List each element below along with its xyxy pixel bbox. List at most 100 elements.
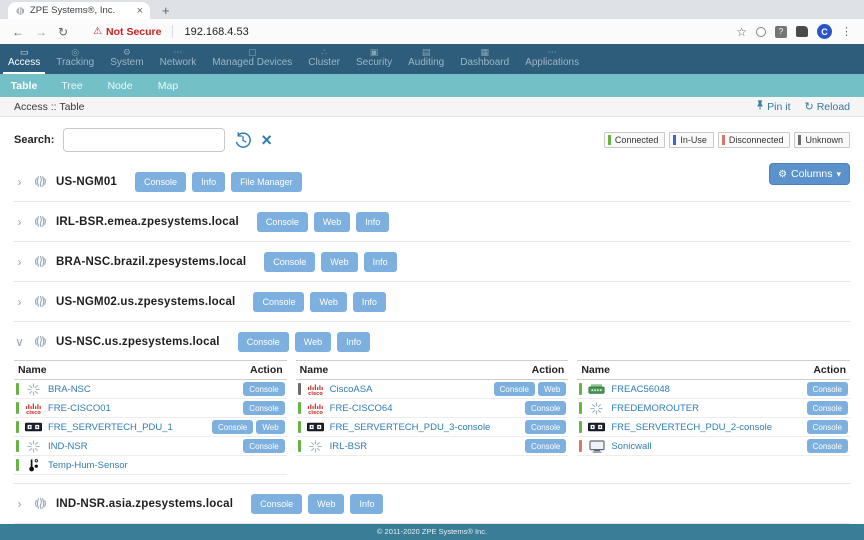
- bookmark-star-icon[interactable]: ☆: [736, 25, 747, 39]
- console-button[interactable]: Console: [243, 382, 284, 396]
- web-button[interactable]: Web: [308, 494, 344, 514]
- nav-item-dashboard[interactable]: ▦Dashboard: [452, 49, 517, 74]
- chevron-right-icon[interactable]: ›: [14, 256, 25, 268]
- console-button[interactable]: Console: [253, 292, 304, 312]
- subnav-item-node[interactable]: Node: [96, 80, 144, 92]
- svg-text:cisco: cisco: [308, 391, 323, 396]
- subnav-item-map[interactable]: Map: [144, 80, 192, 92]
- extension-puzzle-icon[interactable]: [796, 26, 808, 37]
- browser-menu-icon[interactable]: ⋮: [841, 25, 852, 38]
- search-input[interactable]: [63, 128, 225, 152]
- screen: ZPE Systems®, Inc. × + ← → ↻ ⚠ Not Secur…: [0, 0, 864, 540]
- web-button[interactable]: Web: [256, 420, 284, 434]
- chevron-right-icon[interactable]: ›: [14, 296, 25, 308]
- device-link[interactable]: IND-NSR: [48, 441, 235, 452]
- nav-item-access[interactable]: ▭Access: [0, 49, 48, 74]
- device-link[interactable]: FREAC56048: [611, 384, 798, 395]
- console-button[interactable]: Console: [807, 382, 848, 396]
- security-warning[interactable]: ⚠ Not Secure: [93, 26, 161, 38]
- search-history-icon[interactable]: [234, 131, 252, 149]
- console-button[interactable]: Console: [238, 332, 289, 352]
- clear-search-icon[interactable]: ×: [261, 132, 272, 148]
- console-button[interactable]: Console: [807, 401, 848, 415]
- info-button[interactable]: Info: [350, 494, 383, 514]
- device-link[interactable]: FRE_SERVERTECH_PDU_3-console: [330, 422, 517, 433]
- device-group: ›US-NGM02.us.zpesystems.localConsoleWebI…: [14, 282, 850, 322]
- web-button[interactable]: Web: [314, 212, 350, 232]
- chevron-right-icon[interactable]: ›: [14, 176, 25, 188]
- console-button[interactable]: Console: [135, 172, 186, 192]
- group-row: ›BRA-NSC.brazil.zpesystems.localConsoleW…: [14, 250, 850, 273]
- console-button[interactable]: Console: [807, 439, 848, 453]
- forward-icon[interactable]: →: [35, 25, 47, 39]
- console-button[interactable]: Console: [525, 420, 566, 434]
- device-link[interactable]: FRE_SERVERTECH_PDU_2-console: [611, 422, 798, 433]
- caret-down-icon: ▾: [836, 169, 841, 180]
- extension-circle-icon[interactable]: [756, 27, 766, 37]
- browser-reload-icon[interactable]: ↻: [58, 25, 68, 39]
- console-button[interactable]: Console: [251, 494, 302, 514]
- device-link[interactable]: FRE-CISCO64: [330, 403, 517, 414]
- console-button[interactable]: Console: [257, 212, 308, 232]
- device-group: ›IND-NSR.asia.zpesystems.localConsoleWeb…: [14, 484, 850, 524]
- nav-item-system[interactable]: ⚙System: [102, 49, 151, 74]
- chevron-right-icon[interactable]: ›: [14, 216, 25, 228]
- browser-tab[interactable]: ZPE Systems®, Inc. ×: [8, 2, 150, 19]
- device-row: FRE_SERVERTECH_PDU_1 ConsoleWeb: [14, 418, 287, 437]
- extension-help-icon[interactable]: ?: [775, 26, 787, 38]
- back-icon[interactable]: ←: [12, 25, 24, 39]
- nav-item-applications[interactable]: ⋯Applications: [517, 49, 587, 74]
- nav-item-security[interactable]: ▣Security: [348, 49, 400, 74]
- device-table-header: NameAction: [296, 360, 569, 380]
- device-link[interactable]: Sonicwall: [611, 441, 798, 452]
- info-button[interactable]: Info: [337, 332, 370, 352]
- device-link[interactable]: IRL-BSR: [330, 441, 517, 452]
- device-link[interactable]: Temp-Hum-Sensor: [48, 460, 280, 471]
- console-button[interactable]: Console: [525, 439, 566, 453]
- reload-button[interactable]: ↻ Reload: [805, 100, 851, 113]
- console-button[interactable]: Console: [264, 252, 315, 272]
- info-button[interactable]: Info: [353, 292, 386, 312]
- info-button[interactable]: Info: [192, 172, 225, 192]
- device-link[interactable]: FRE-CISCO01: [48, 403, 235, 414]
- info-button[interactable]: Info: [364, 252, 397, 272]
- monitor-icon: ▭: [20, 49, 29, 56]
- columns-button[interactable]: ⚙ Columns ▾: [769, 163, 850, 185]
- tab-close-icon[interactable]: ×: [137, 5, 143, 17]
- group-name: IRL-BSR.emea.zpesystems.local: [56, 216, 239, 228]
- nav-item-cluster[interactable]: ∴Cluster: [300, 49, 348, 74]
- nav-item-managed-devices[interactable]: ▢Managed Devices: [204, 49, 300, 74]
- web-button[interactable]: Web: [321, 252, 357, 272]
- tab-title: ZPE Systems®, Inc.: [30, 5, 132, 16]
- nav-item-network[interactable]: ⋯Network: [152, 49, 205, 74]
- device-actions: ConsoleWeb: [491, 382, 567, 396]
- device-link[interactable]: FREDEMOROUTER: [611, 403, 798, 414]
- console-button[interactable]: Console: [807, 420, 848, 434]
- console-button[interactable]: Console: [243, 439, 284, 453]
- web-button[interactable]: Web: [538, 382, 566, 396]
- console-button[interactable]: Console: [525, 401, 566, 415]
- action-column-header: Action: [250, 364, 283, 376]
- console-button[interactable]: Console: [494, 382, 535, 396]
- device-link[interactable]: FRE_SERVERTECH_PDU_1: [48, 422, 204, 433]
- web-button[interactable]: Web: [295, 332, 331, 352]
- nav-item-auditing[interactable]: ▤Auditing: [400, 49, 452, 74]
- address-bar-url[interactable]: 192.168.4.53: [184, 26, 248, 38]
- device-actions: Console: [804, 401, 848, 415]
- subnav-item-table[interactable]: Table: [0, 80, 48, 92]
- file-manager-button[interactable]: File Manager: [231, 172, 302, 192]
- group-row: › IRL-BSR.emea.zpesystems.local Console Web…: [14, 210, 850, 233]
- info-button[interactable]: Info: [356, 212, 389, 232]
- pin-it-button[interactable]: Pin it: [756, 100, 790, 113]
- new-tab-button[interactable]: +: [162, 6, 170, 16]
- chevron-right-icon[interactable]: ›: [14, 498, 25, 510]
- chevron-down-icon[interactable]: ∨: [14, 336, 25, 348]
- web-button[interactable]: Web: [310, 292, 346, 312]
- profile-avatar[interactable]: C: [817, 24, 832, 39]
- device-link[interactable]: BRA-NSC: [48, 384, 235, 395]
- nav-item-tracking[interactable]: ◎Tracking: [48, 49, 102, 74]
- device-link[interactable]: CiscoASA: [330, 384, 486, 395]
- console-button[interactable]: Console: [243, 401, 284, 415]
- subnav-item-tree[interactable]: Tree: [48, 80, 96, 92]
- console-button[interactable]: Console: [212, 420, 253, 434]
